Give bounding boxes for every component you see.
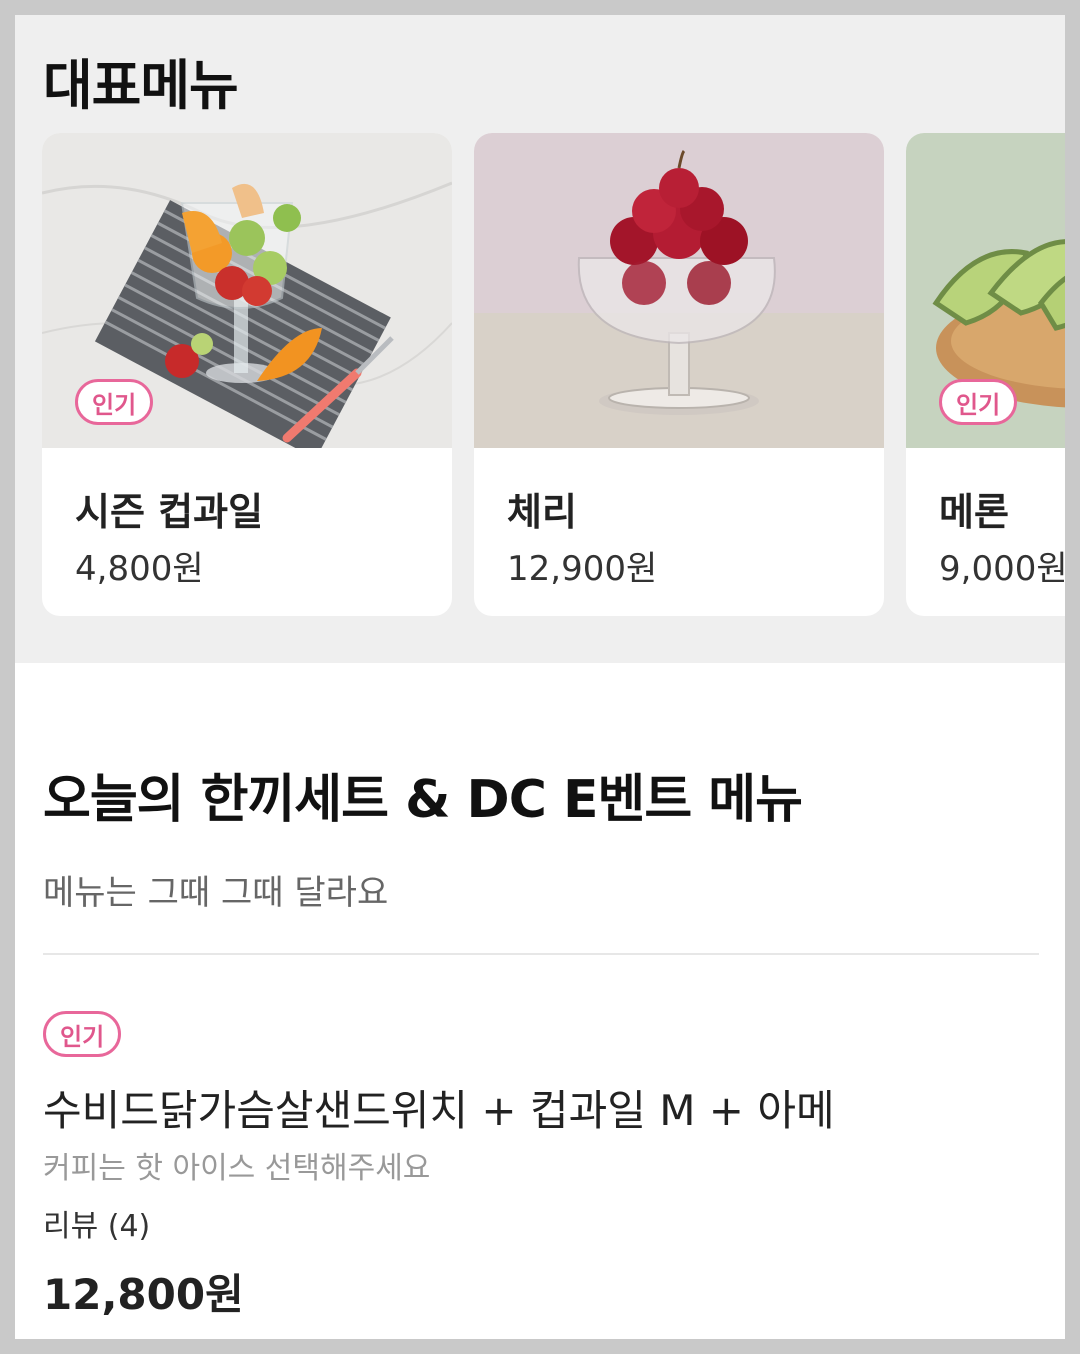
featured-menu-title: 대표메뉴 (43, 54, 239, 117)
popular-badge: 인기 (75, 379, 154, 425)
popular-badge: 인기 (43, 1011, 122, 1057)
menu-card-name: 메론 (939, 490, 1009, 534)
menu-item-price: 12,800원 (43, 1270, 244, 1319)
menu-card-name: 시즌 컵과일 (75, 490, 264, 534)
featured-menu-section: 대표메뉴 인기 시즌 컵과일 4,800원 체리 12,900원 인기 메론 9… (15, 15, 1065, 663)
set-menu-section-title: 오늘의 한끼세트 & DC E벤트 메뉴 (43, 770, 803, 830)
menu-card-melon[interactable]: 인기 메론 9,000원 (906, 133, 1065, 616)
cherry-bowl-photo (474, 133, 884, 448)
menu-item-name: 수비드닭가슴살샌드위치 + 컵과일 M + 아메 (43, 1086, 835, 1135)
menu-card-price: 4,800원 (75, 549, 204, 589)
menu-card-cherry[interactable]: 체리 12,900원 (474, 133, 884, 616)
menu-item-description: 커피는 핫 아이스 선택해주세요 (43, 1151, 431, 1186)
set-menu-section-subtitle: 메뉴는 그때 그때 달라요 (43, 873, 389, 913)
menu-card-season-fruit-cup[interactable]: 인기 시즌 컵과일 4,800원 (42, 133, 452, 616)
popular-badge: 인기 (939, 379, 1018, 425)
menu-item-review-count[interactable]: 리뷰 (4) (43, 1201, 150, 1245)
menu-card-name: 체리 (507, 490, 577, 534)
menu-card-price: 9,000원 (939, 549, 1065, 589)
menu-card-price: 12,900원 (507, 549, 658, 589)
divider (43, 953, 1039, 955)
screen: 대표메뉴 인기 시즌 컵과일 4,800원 체리 12,900원 인기 메론 9… (15, 15, 1065, 1339)
